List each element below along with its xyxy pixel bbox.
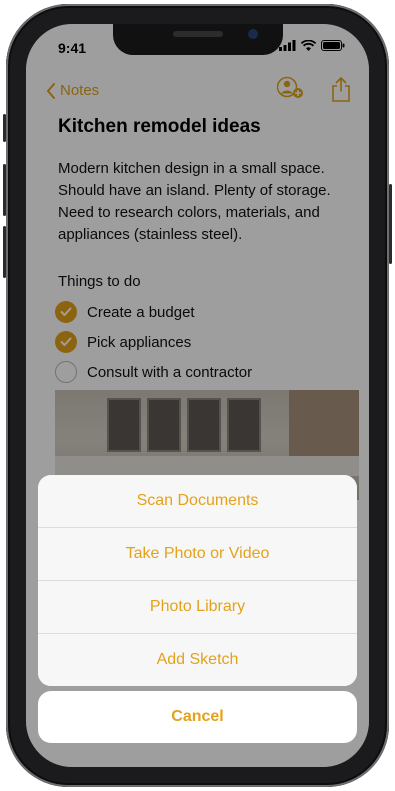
- photo-library-button[interactable]: Photo Library: [38, 581, 357, 634]
- notch: [113, 24, 283, 55]
- front-camera: [248, 29, 258, 39]
- take-photo-button[interactable]: Take Photo or Video: [38, 528, 357, 581]
- volume-up-button: [3, 164, 6, 216]
- screen: 9:41 Notes Kitchen remodel ideas Modern …: [26, 24, 369, 767]
- phone-frame: 9:41 Notes Kitchen remodel ideas Modern …: [3, 4, 392, 787]
- add-sketch-button[interactable]: Add Sketch: [38, 634, 357, 686]
- volume-down-button: [3, 226, 6, 278]
- side-button: [389, 184, 392, 264]
- speaker-grille: [173, 31, 223, 37]
- mute-switch: [3, 114, 6, 142]
- cancel-button[interactable]: Cancel: [38, 691, 357, 743]
- action-sheet: Scan Documents Take Photo or Video Photo…: [38, 475, 357, 686]
- cancel-sheet: Cancel: [38, 691, 357, 743]
- scan-documents-button[interactable]: Scan Documents: [38, 475, 357, 528]
